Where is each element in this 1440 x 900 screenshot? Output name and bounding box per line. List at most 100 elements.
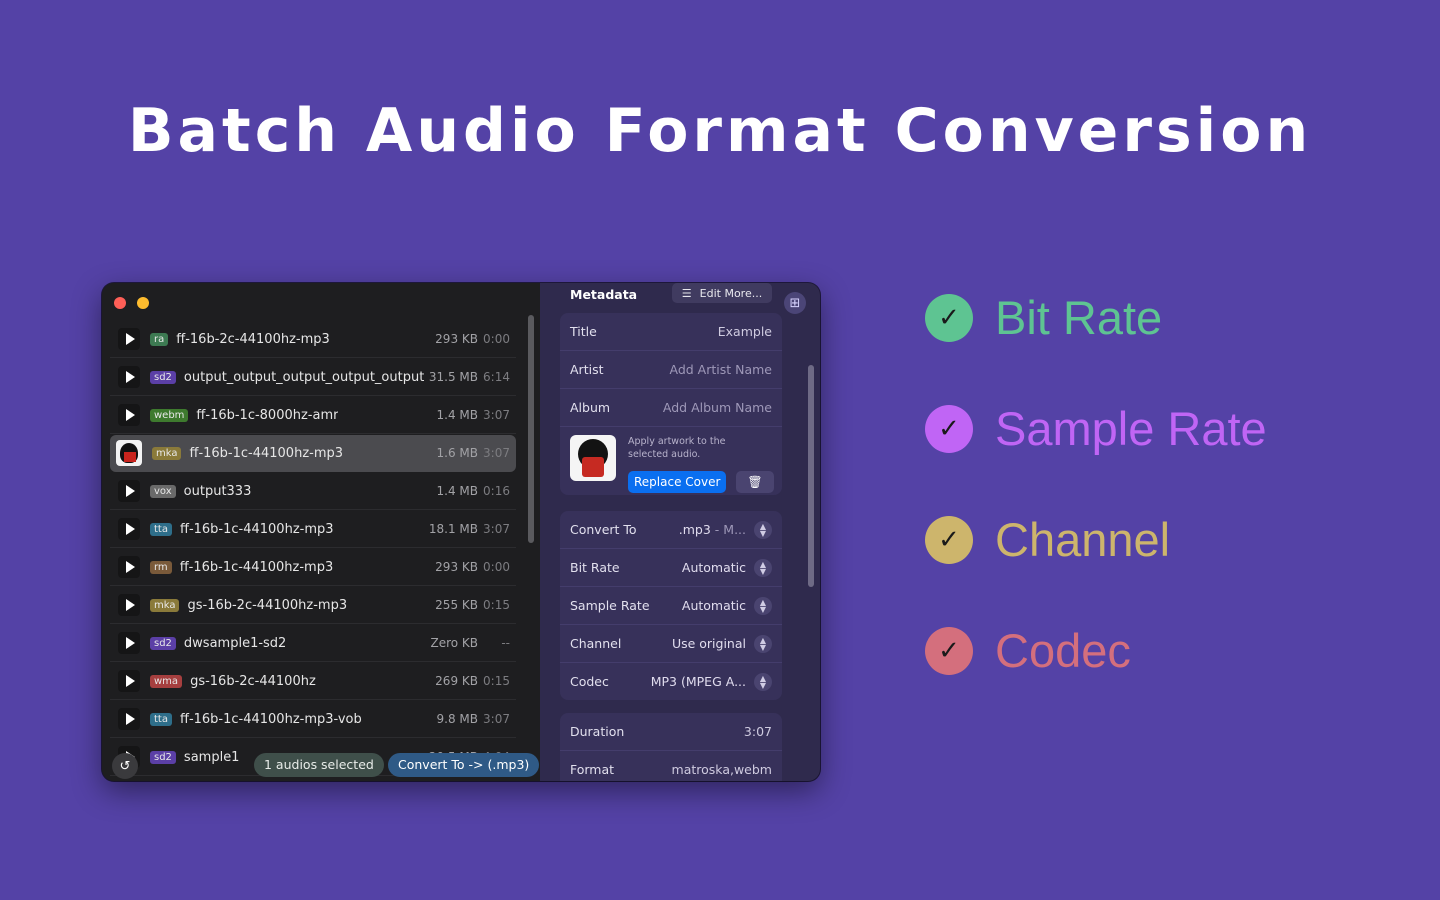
artist-input[interactable]: Add Artist Name: [669, 362, 772, 377]
format-tag: rm: [150, 560, 172, 574]
bottom-bar: ↺ 1 audios selected Convert To -> (.mp3): [102, 749, 540, 781]
file-row[interactable]: mka ff-16b-1c-44100hz-mp3 1.6 MB 3:07: [110, 435, 516, 472]
file-duration: 0:15: [483, 598, 510, 612]
file-duration: 3:07: [483, 522, 510, 536]
artist-row[interactable]: Artist Add Artist Name: [560, 351, 782, 389]
album-label: Album: [570, 400, 611, 415]
file-list-scrollbar[interactable]: [528, 315, 534, 543]
file-row[interactable]: rm ff-16b-1c-44100hz-mp3 293 KB 0:00: [110, 549, 516, 586]
file-row[interactable]: webm ff-16b-1c-8000hz-amr 1.4 MB 3:07: [110, 397, 516, 434]
file-row[interactable]: tta ff-16b-1c-44100hz-mp3 18.1 MB 3:07: [110, 511, 516, 548]
play-button[interactable]: [118, 632, 140, 654]
metadata-card: Title Example Artist Add Artist Name Alb…: [560, 313, 782, 495]
check-icon: ✓: [925, 405, 973, 453]
play-icon: [125, 561, 135, 573]
file-row[interactable]: sd2 output_output_output_output_output...…: [110, 359, 516, 396]
file-name: gs-16b-2c-44100hz-mp3: [187, 597, 348, 613]
close-window-button[interactable]: [114, 297, 126, 309]
file-name: ff-16b-1c-44100hz-mp3: [189, 445, 344, 461]
delete-cover-button[interactable]: 🗑: [736, 471, 774, 493]
play-button[interactable]: [118, 708, 140, 730]
feature-label: Bit Rate: [995, 291, 1163, 344]
play-icon: [125, 599, 135, 611]
chevron-updown-icon[interactable]: ▲ ▼: [754, 672, 772, 691]
undo-button[interactable]: ↺: [112, 753, 138, 779]
info-card: Duration 3:07 Format matroska,webm: [560, 713, 782, 781]
convert-to-select[interactable]: .mp3 - M...: [679, 522, 746, 537]
file-duration: 0:16: [483, 484, 510, 498]
replace-cover-button[interactable]: Replace Cover: [628, 471, 727, 493]
feature-label: Sample Rate: [995, 402, 1267, 455]
sample-rate-row[interactable]: Sample Rate Automatic ▲ ▼: [560, 587, 782, 625]
feature-label: Channel: [995, 513, 1171, 566]
file-duration: 0:15: [483, 674, 510, 688]
title-value[interactable]: Example: [718, 324, 772, 339]
sample-rate-select[interactable]: Automatic: [682, 598, 746, 613]
chevron-updown-icon[interactable]: ▲ ▼: [754, 558, 772, 577]
format-tag: vox: [150, 484, 176, 498]
file-row[interactable]: wma gs-16b-2c-44100hz 269 KB 0:15: [110, 663, 516, 700]
feature-channel: ✓ Channel: [925, 512, 1267, 623]
file-row[interactable]: tta ff-16b-1c-44100hz-mp3-vob 9.8 MB 3:07: [110, 701, 516, 738]
file-name: ff-16b-1c-44100hz-mp3-vob: [179, 711, 362, 727]
convert-to-row[interactable]: Convert To .mp3 - M... ▲ ▼: [560, 511, 782, 549]
cover-thumbnail[interactable]: [116, 440, 142, 466]
title-row[interactable]: Title Example: [560, 313, 782, 351]
play-icon: [125, 409, 135, 421]
convert-button[interactable]: Convert To -> (.mp3): [388, 753, 540, 777]
codec-select[interactable]: MP3 (MPEG A...: [651, 674, 746, 689]
file-duration: 0:00: [483, 332, 510, 346]
play-button[interactable]: [118, 480, 140, 502]
file-size: 1.4 MB: [436, 484, 478, 498]
chevron-updown-icon[interactable]: ▲ ▼: [754, 634, 772, 653]
codec-label: Codec: [570, 674, 609, 689]
play-button[interactable]: [118, 670, 140, 692]
file-name: ff-16b-1c-44100hz-mp3: [179, 559, 334, 575]
artwork-hint: Apply artwork to the selected audio.: [628, 436, 726, 460]
format-label: Format: [570, 762, 615, 777]
format-tag: tta: [150, 522, 172, 536]
grid-view-button[interactable]: ⊞: [784, 292, 806, 314]
feature-sample-rate: ✓ Sample Rate: [925, 401, 1267, 512]
file-name: ff-16b-1c-8000hz-amr: [196, 407, 339, 423]
edit-more-button[interactable]: ☰ Edit More...: [672, 283, 772, 303]
grid-icon: ⊞: [789, 295, 801, 311]
file-size: 255 KB: [435, 598, 478, 612]
codec-row[interactable]: Codec MP3 (MPEG A... ▲ ▼: [560, 663, 782, 700]
bit-rate-row[interactable]: Bit Rate Automatic ▲ ▼: [560, 549, 782, 587]
check-icon: ✓: [925, 516, 973, 564]
feature-bit-rate: ✓ Bit Rate: [925, 290, 1267, 401]
file-size: 31.5 MB: [428, 370, 478, 384]
file-row[interactable]: vox output333 1.4 MB 0:16: [110, 473, 516, 510]
file-duration: 0:00: [483, 560, 510, 574]
play-icon: [125, 713, 135, 725]
chevron-updown-icon[interactable]: ▲ ▼: [754, 596, 772, 615]
file-name: gs-16b-2c-44100hz: [190, 673, 316, 689]
format-row: Format matroska,webm: [560, 751, 782, 781]
channel-row[interactable]: Channel Use original ▲ ▼: [560, 625, 782, 663]
minimize-window-button[interactable]: [137, 297, 149, 309]
check-icon: ✓: [925, 627, 973, 675]
metadata-scrollbar[interactable]: [808, 365, 814, 587]
file-row[interactable]: mka gs-16b-2c-44100hz-mp3 255 KB 0:15: [110, 587, 516, 624]
play-button[interactable]: [118, 404, 140, 426]
album-input[interactable]: Add Album Name: [663, 400, 772, 415]
file-row[interactable]: sd2 dwsample1-sd2 Zero KB --: [110, 625, 516, 662]
play-button[interactable]: [118, 556, 140, 578]
play-button[interactable]: [118, 518, 140, 540]
bit-rate-select[interactable]: Automatic: [682, 560, 746, 575]
artwork-row: Apply artwork to the selected audio. Rep…: [560, 427, 782, 495]
file-duration: 3:07: [483, 712, 510, 726]
file-name: dwsample1-sd2: [183, 635, 287, 651]
play-button[interactable]: [118, 328, 140, 350]
file-size: 269 KB: [435, 674, 478, 688]
file-size: 293 KB: [435, 332, 478, 346]
file-row[interactable]: ra ff-16b-2c-44100hz-mp3 293 KB 0:00: [110, 321, 516, 358]
channel-select[interactable]: Use original: [672, 636, 746, 651]
file-duration: 6:14: [483, 370, 510, 384]
chevron-updown-icon[interactable]: ▲ ▼: [754, 520, 772, 539]
play-button[interactable]: [118, 594, 140, 616]
check-icon: ✓: [925, 294, 973, 342]
play-button[interactable]: [118, 366, 140, 388]
album-row[interactable]: Album Add Album Name: [560, 389, 782, 427]
